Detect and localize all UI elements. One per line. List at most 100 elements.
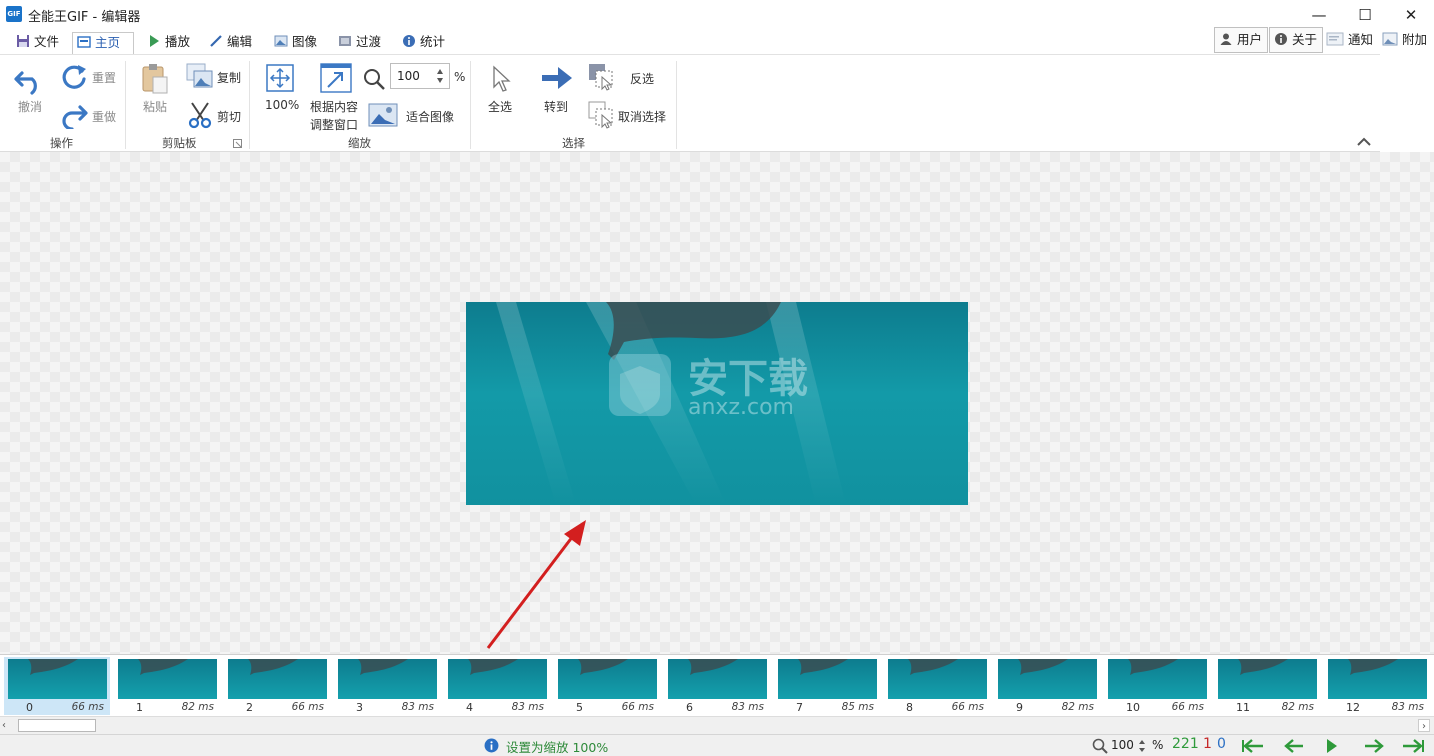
undo-button[interactable]: 撤消 xyxy=(18,98,42,115)
status-spinner-icon[interactable] xyxy=(1138,739,1146,753)
frame-thumbnail xyxy=(448,659,547,699)
status-zoom-value[interactable]: 100 xyxy=(1111,738,1134,752)
frame-item[interactable]: 10 66 ms xyxy=(1104,657,1210,715)
frame-item[interactable]: 11 82 ms xyxy=(1214,657,1320,715)
frame-item[interactable]: 5 66 ms xyxy=(554,657,660,715)
redo-icon[interactable] xyxy=(60,101,88,129)
goto-arrow-icon[interactable] xyxy=(540,65,574,91)
next-frame-icon[interactable] xyxy=(1364,739,1384,753)
zoom-input[interactable]: 100 xyxy=(390,63,450,89)
goto-button[interactable]: 转到 xyxy=(544,98,568,115)
tab-file[interactable]: 文件 xyxy=(12,32,70,54)
frame-index: 2 xyxy=(246,701,253,714)
group-label-select: 选择 xyxy=(562,136,585,150)
frame-delay: 66 ms xyxy=(71,701,104,713)
frame-item[interactable]: 3 83 ms xyxy=(334,657,440,715)
deselect-icon[interactable] xyxy=(588,101,616,129)
frame-item[interactable]: 12 83 ms xyxy=(1324,657,1430,715)
redo-button[interactable]: 重做 xyxy=(92,108,116,125)
frame-scrollbar[interactable]: ‹ › xyxy=(0,716,1434,734)
notification-icon xyxy=(1326,32,1344,46)
spinner-arrows-icon[interactable] xyxy=(435,66,445,86)
frame-thumbnail xyxy=(338,659,437,699)
about-label: 关于 xyxy=(1291,32,1317,47)
tab-transition[interactable]: 过渡 xyxy=(334,32,392,54)
frame-thumbnail xyxy=(558,659,657,699)
fit-content-line1[interactable]: 根据内容 xyxy=(310,98,358,115)
group-separator xyxy=(676,61,677,149)
close-button[interactable]: ✕ xyxy=(1388,0,1434,30)
frame-item[interactable]: 2 66 ms xyxy=(224,657,330,715)
about-info-icon xyxy=(1275,33,1287,45)
fit-image-icon[interactable] xyxy=(368,103,398,127)
frame-thumbnail xyxy=(1218,659,1317,699)
last-frame-icon[interactable] xyxy=(1402,739,1424,753)
tab-image[interactable]: 图像 xyxy=(270,32,328,54)
dialog-launcher-icon[interactable] xyxy=(233,139,242,148)
editor-canvas: 安下载 anxz.com xyxy=(0,152,1434,654)
reset-button[interactable]: 重置 xyxy=(92,69,116,86)
play-icon xyxy=(150,35,159,47)
undo-icon[interactable] xyxy=(14,63,46,95)
select-all-button[interactable]: 全选 xyxy=(488,98,512,115)
scissors-icon[interactable] xyxy=(186,101,214,129)
tab-home[interactable]: 主页 xyxy=(72,32,134,54)
deselect-button[interactable]: 取消选择 xyxy=(618,108,666,125)
zoom-100-button[interactable]: 100% xyxy=(265,98,299,112)
minimize-button[interactable]: — xyxy=(1296,0,1342,30)
frame-item[interactable]: 7 85 ms xyxy=(774,657,880,715)
fit-content-icon[interactable] xyxy=(320,63,352,93)
zoom-100-icon[interactable] xyxy=(265,63,295,93)
scroll-right-icon[interactable]: › xyxy=(1418,719,1430,732)
addon-button[interactable]: 附加 xyxy=(1382,30,1427,50)
invert-selection-button[interactable]: 反选 xyxy=(630,70,654,87)
cursor-icon[interactable] xyxy=(490,65,514,93)
frame-item[interactable]: 1 82 ms xyxy=(114,657,220,715)
tab-edit-label: 编辑 xyxy=(227,34,253,49)
tab-play[interactable]: 播放 xyxy=(143,32,201,54)
frame-index: 5 xyxy=(576,701,583,714)
invert-selection-icon[interactable] xyxy=(588,63,616,91)
reset-icon[interactable] xyxy=(60,63,88,91)
collapse-ribbon-icon[interactable] xyxy=(1356,137,1372,147)
app-icon: GIF xyxy=(6,6,22,22)
frame-item[interactable]: 0 66 ms xyxy=(4,657,110,715)
status-zoom-unit: % xyxy=(1152,738,1164,752)
user-button[interactable]: 用户 xyxy=(1214,27,1268,53)
fit-image-button[interactable]: 适合图像 xyxy=(406,108,454,125)
frame-thumbnail xyxy=(778,659,877,699)
cut-button[interactable]: 剪切 xyxy=(217,108,241,125)
frame-thumbnail xyxy=(668,659,767,699)
frame-delay: 85 ms xyxy=(841,701,874,713)
group-label-actions: 操作 xyxy=(50,136,73,150)
scroll-left-icon[interactable]: ‹ xyxy=(2,719,14,732)
copy-button[interactable]: 复制 xyxy=(217,69,241,86)
maximize-button[interactable]: ☐ xyxy=(1342,0,1388,30)
frame-item[interactable]: 4 83 ms xyxy=(444,657,550,715)
frame-delay: 83 ms xyxy=(731,701,764,713)
frame-delay: 82 ms xyxy=(1281,701,1314,713)
play-frames-icon[interactable] xyxy=(1326,738,1338,754)
first-frame-icon[interactable] xyxy=(1242,739,1264,753)
frame-item[interactable]: 8 66 ms xyxy=(884,657,990,715)
magnifier-icon xyxy=(364,69,385,90)
paste-icon[interactable] xyxy=(140,63,170,95)
notify-label: 通知 xyxy=(1347,32,1373,47)
tab-statistics[interactable]: 统计 xyxy=(398,32,456,54)
group-label-clipboard: 剪贴板 xyxy=(162,136,197,150)
frame-delay: 83 ms xyxy=(1391,701,1424,713)
title-bar: GIF 全能王GIF - 编辑器 — ☐ ✕ xyxy=(0,0,1434,30)
group-separator xyxy=(249,61,250,149)
about-button[interactable]: 关于 xyxy=(1269,27,1323,53)
frame-item[interactable]: 6 83 ms xyxy=(664,657,770,715)
previous-frame-icon[interactable] xyxy=(1284,739,1304,753)
paste-button[interactable]: 粘贴 xyxy=(143,98,167,115)
copy-icon[interactable] xyxy=(186,63,214,89)
tab-edit[interactable]: 编辑 xyxy=(205,32,263,54)
user-icon xyxy=(1220,33,1232,45)
fit-content-line2[interactable]: 调整窗口 xyxy=(310,116,358,133)
frame-item[interactable]: 9 82 ms xyxy=(994,657,1100,715)
notify-button[interactable]: 通知 xyxy=(1326,30,1373,50)
scroll-thumb[interactable] xyxy=(18,719,96,732)
status-message: 设置为缩放 100% xyxy=(506,740,609,755)
